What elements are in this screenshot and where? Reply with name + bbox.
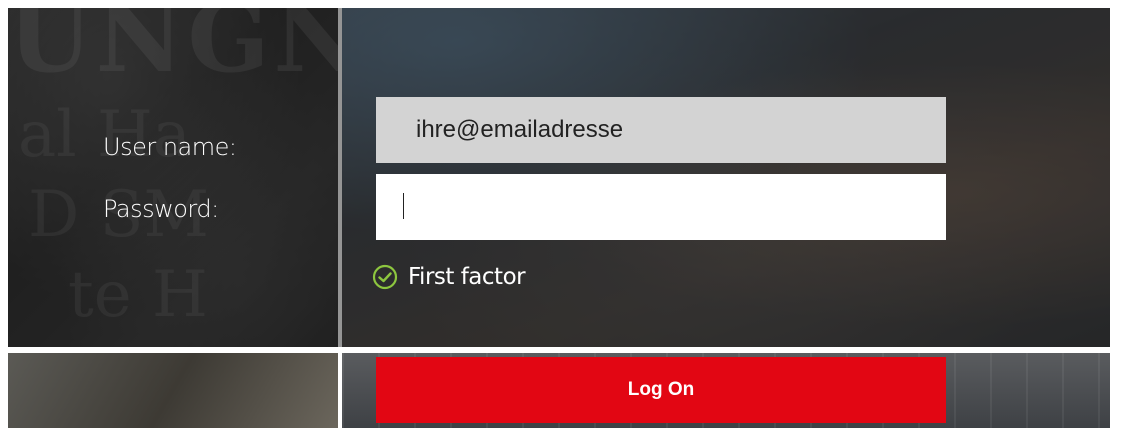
first-factor-status: First factor	[372, 264, 526, 290]
background-bottom-left-image	[8, 353, 338, 428]
log-on-button[interactable]: Log On	[376, 357, 946, 423]
text-cursor	[403, 193, 404, 219]
password-field[interactable]	[376, 174, 946, 240]
username-label: User name:	[103, 133, 237, 161]
password-label: Password:	[103, 195, 219, 223]
login-screen: UNGNk al Ha D SM te H User name: Passwor…	[0, 0, 1126, 428]
check-circle-icon	[372, 264, 398, 290]
first-factor-label: First factor	[408, 264, 526, 290]
background-right-margin	[1110, 0, 1126, 428]
username-field[interactable]	[376, 97, 946, 163]
